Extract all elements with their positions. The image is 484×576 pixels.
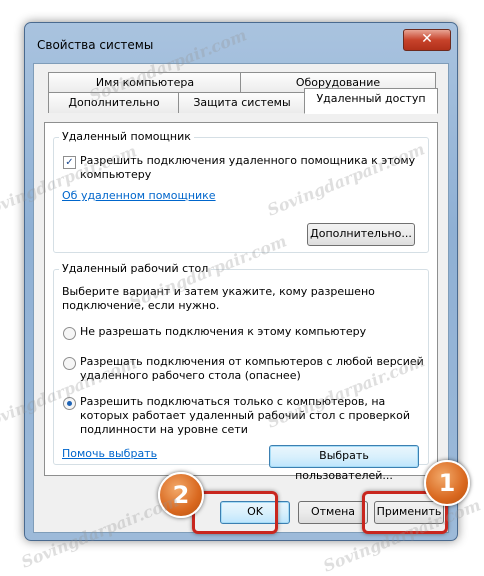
radio-allow-nla-only[interactable] xyxy=(63,397,76,410)
remote-desktop-intro-line2: подключение, если нужно. xyxy=(62,299,220,312)
dialog-client-area: Имя компьютера Оборудование Дополнительн… xyxy=(33,63,449,533)
allow-remote-assistance-label-line1: Разрешить подключения удаленного помощни… xyxy=(80,154,416,167)
radio-deny-connections[interactable] xyxy=(63,327,76,340)
close-icon: ✕ xyxy=(421,31,433,47)
about-remote-assistance-link[interactable]: Об удаленном помощнике xyxy=(62,189,216,203)
radio-allow-nla-only-label-line1: Разрешить подключаться только с компьюте… xyxy=(80,395,386,408)
ok-highlight-frame xyxy=(192,491,278,534)
tab-system-protection[interactable]: Защита системы xyxy=(178,92,306,113)
remote-assistance-group-label: Удаленный помощник xyxy=(59,130,194,143)
remote-desktop-intro-line1: Выберите вариант и затем укажите, кому р… xyxy=(62,285,375,298)
system-properties-window: Свойства системы ✕ Имя компьютера Оборуд… xyxy=(24,22,458,541)
tab-panel-remote: Удаленный помощник ✓ Разрешить подключен… xyxy=(44,122,438,482)
radio-allow-nla-only-label-line2: которых работает удаленный рабочий стол … xyxy=(80,409,411,422)
help-me-choose-link[interactable]: Помочь выбрать xyxy=(62,447,157,461)
radio-allow-any-version-label-line2: удаленного рабочего стола (опаснее) xyxy=(80,369,301,382)
radio-allow-nla-only-label-line3: подлинности на уровне сети xyxy=(80,423,248,436)
radio-allow-any-version-label-line1: Разрешать подключения от компьютеров с л… xyxy=(80,355,424,368)
radio-deny-connections-label: Не разрешать подключения к этому компьют… xyxy=(80,325,367,338)
step-badge-2: 2 xyxy=(158,472,204,518)
allow-remote-assistance-checkbox[interactable]: ✓ xyxy=(63,156,76,169)
radio-allow-any-version[interactable] xyxy=(63,357,76,370)
allow-remote-assistance-label-line2: компьютеру xyxy=(80,168,152,181)
tab-remote[interactable]: Удаленный доступ xyxy=(304,88,438,114)
select-users-button[interactable]: Выбрать пользователей... xyxy=(269,445,419,482)
window-title: Свойства системы xyxy=(37,38,154,52)
remote-assistance-advanced-button[interactable]: Дополнительно... xyxy=(307,223,415,246)
close-button[interactable]: ✕ xyxy=(403,29,451,51)
tab-advanced[interactable]: Дополнительно xyxy=(48,92,180,113)
checkmark-icon: ✓ xyxy=(65,157,74,168)
step-badge-1: 1 xyxy=(424,460,470,506)
cancel-button[interactable]: Отмена xyxy=(298,501,368,524)
remote-desktop-group-label: Удаленный рабочий стол xyxy=(59,262,212,275)
tab-computer-name[interactable]: Имя компьютера xyxy=(48,72,242,93)
